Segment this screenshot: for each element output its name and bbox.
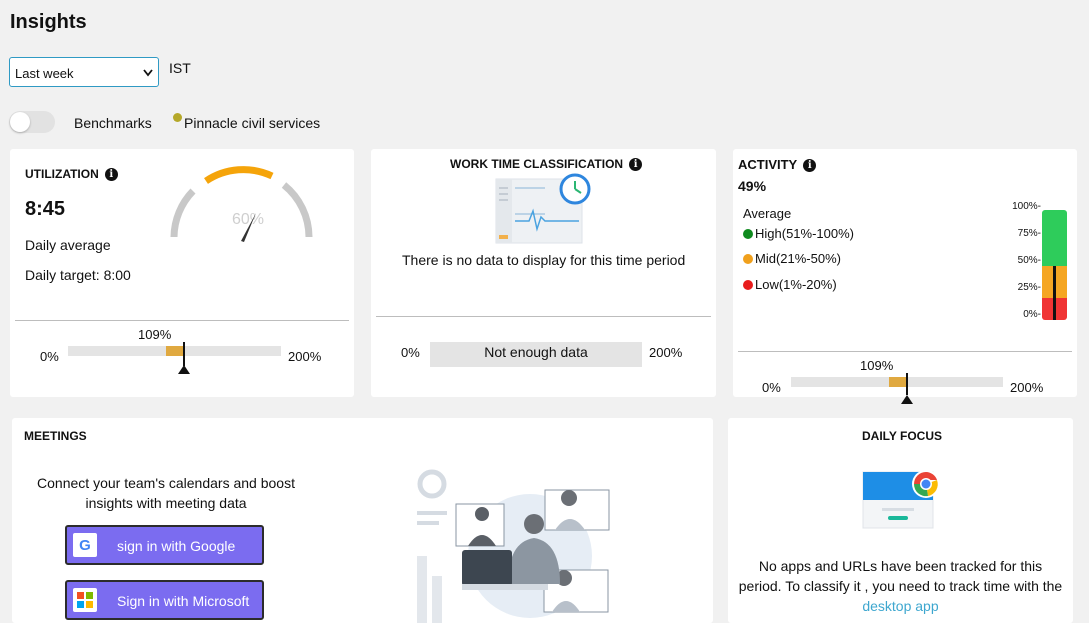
browser-illustration [862, 470, 940, 529]
legend-high: High(51%-100%) [743, 226, 854, 241]
org-color-dot [173, 113, 182, 122]
gauge-arc-low [170, 188, 196, 238]
daily-focus-title: DAILY FOCUS [862, 429, 943, 443]
legend-high-dot [743, 229, 753, 239]
level-band-high [1042, 210, 1067, 266]
divider [15, 320, 349, 321]
meetings-title: MEETINGS [24, 429, 87, 443]
work-time-illustration [495, 173, 591, 244]
axis-tick-50: 50%- [1017, 255, 1041, 266]
period-select-value: Last week [15, 66, 74, 81]
daily-target-label: Daily target: 8:00 [25, 267, 131, 283]
microsoft-signin-label: Sign in with Microsoft [117, 593, 250, 609]
microsoft-icon [73, 588, 97, 612]
info-icon[interactable]: i [104, 168, 118, 181]
benchmarks-label: Benchmarks [74, 115, 152, 131]
info-icon[interactable]: i [803, 159, 817, 172]
svg-text:G: G [79, 537, 91, 554]
axis-tick-100: 100%- [1012, 201, 1041, 212]
activity-level-bar [1042, 210, 1067, 320]
microsoft-signin-button[interactable]: Sign in with Microsoft [65, 580, 264, 620]
scale-max-label: 200% [649, 345, 683, 360]
legend-mid-dot [743, 254, 753, 264]
utilization-marker [183, 342, 186, 366]
level-indicator [1053, 266, 1056, 320]
toggle-knob [10, 112, 30, 132]
legend-low: Low(1%-20%) [743, 277, 837, 292]
activity-pointer [901, 395, 914, 404]
activity-marker [906, 373, 909, 395]
meetings-description: Connect your team's calendars and boost … [37, 475, 295, 511]
gauge-arc-high [281, 182, 313, 238]
gauge-value-label: 60% [232, 211, 264, 228]
utilization-scale-fill [166, 346, 185, 356]
activity-percent-label: 109% [860, 358, 894, 373]
daily-focus-message: No apps and URLs have been tracked for t… [728, 556, 1073, 616]
work-time-empty-message: There is no data to display for this tim… [402, 252, 686, 268]
org-name-label: Pinnacle civil services [184, 115, 321, 131]
work-time-card: WORK TIME CLASSIFICATION i There is no da… [371, 149, 716, 397]
google-signin-button[interactable]: G sign in with Google [65, 525, 264, 565]
scale-min-label: 0% [401, 345, 420, 360]
daily-average-label: Daily average [25, 237, 111, 253]
not-enough-data-bar: Not enough data [430, 342, 642, 367]
meetings-card: MEETINGS Connect your team's calendars a… [12, 418, 713, 623]
daily-focus-card: DAILY FOCUS No apps and URLs have been t… [728, 418, 1073, 623]
utilization-value: 8:45 [25, 198, 66, 220]
legend-mid: Mid(21%-50%) [743, 251, 841, 266]
period-select[interactable]: Last week [9, 57, 159, 87]
desktop-app-link[interactable]: desktop app [728, 596, 1073, 616]
google-signin-label: sign in with Google [117, 538, 236, 554]
scale-min-label: 0% [762, 380, 781, 395]
activity-value: 49% [738, 178, 767, 194]
benchmarks-toggle[interactable] [9, 111, 55, 133]
utilization-gauge: 60% [170, 166, 313, 242]
activity-card: ACTIVITY i 49% Average High(51%-100%) Mid… [733, 149, 1077, 404]
legend-low-dot [743, 280, 753, 290]
activity-title: ACTIVITY i [738, 157, 817, 172]
utilization-pointer [178, 365, 191, 374]
average-label: Average [743, 206, 792, 221]
axis-tick-25: 25%- [1017, 282, 1041, 293]
utilization-percent-label: 109% [138, 327, 172, 342]
axis-tick-0: 0%- [1023, 309, 1041, 320]
work-time-title: WORK TIME CLASSIFICATION i [450, 157, 643, 171]
scale-min-label: 0% [40, 349, 59, 364]
gauge-arc-mid [204, 166, 274, 184]
scale-max-label: 200% [1010, 380, 1044, 395]
scale-max-label: 200% [288, 349, 322, 364]
utilization-title: UTILIZATION i [25, 167, 118, 181]
divider [738, 351, 1072, 352]
page-title: Insights [10, 11, 87, 33]
timezone-label: IST [169, 60, 191, 76]
chevron-down-icon [143, 69, 153, 77]
meetings-illustration [417, 469, 610, 623]
divider [376, 316, 711, 317]
google-icon: G [73, 533, 97, 557]
info-icon[interactable]: i [629, 158, 643, 171]
utilization-card: UTILIZATION i 8:45 Daily average Daily ta… [10, 149, 354, 397]
axis-tick-75: 75%- [1017, 228, 1041, 239]
activity-scale-fill [889, 377, 908, 387]
